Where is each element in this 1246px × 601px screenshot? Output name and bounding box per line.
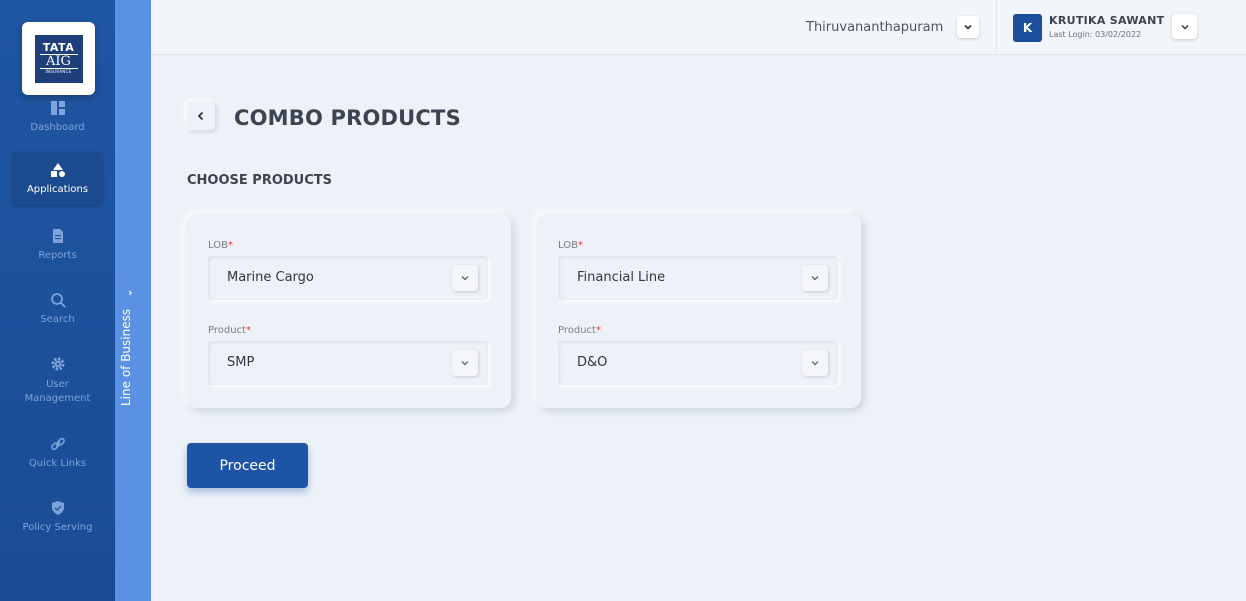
link-icon [50, 437, 65, 451]
product-select[interactable]: D&O [558, 341, 838, 385]
sidebar-item-label: Dashboard [30, 122, 85, 133]
logo-line-1: TATA [42, 41, 75, 54]
lob-select-toggle[interactable] [452, 265, 478, 291]
section-title: CHOOSE PRODUCTS [187, 173, 332, 188]
sidebar: TATA AIG INSURANCE Dashboard Application… [0, 0, 115, 601]
sidebar-item-label: Applications [26, 184, 89, 195]
sidebar-item-applications[interactable]: Applications [12, 152, 103, 205]
chevron-down-icon [461, 276, 469, 281]
chevron-down-icon [964, 24, 972, 30]
sidebar-item-label: Policy Serving [22, 522, 93, 533]
company-logo[interactable]: TATA AIG INSURANCE [22, 22, 95, 95]
product-label: Product* [558, 325, 601, 336]
chevron-down-icon [811, 361, 819, 366]
avatar[interactable]: K [1013, 14, 1042, 42]
product-select-toggle[interactable] [802, 350, 828, 376]
line-of-business-panel[interactable]: › Line of Business [115, 0, 151, 601]
report-icon [52, 229, 63, 243]
product-card-1: LOB* Marine Cargo Product* SMP [187, 214, 511, 408]
chevron-down-icon [811, 276, 819, 281]
chevron-down-icon [1181, 24, 1188, 29]
required-marker: * [245, 325, 251, 336]
proceed-button[interactable]: Proceed [187, 443, 308, 488]
lob-label: LOB* [208, 240, 233, 251]
sidebar-item-quick-links[interactable]: Quick Links [0, 436, 115, 469]
applications-icon [50, 163, 65, 177]
sidebar-item-label: Quick Links [28, 458, 87, 469]
sidebar-item-label: Reports [38, 250, 77, 261]
top-header: Thiruvananthapuram K KRUTIKA SAWANT Last… [151, 0, 1246, 55]
location-label: Thiruvananthapuram [806, 20, 944, 35]
lob-select[interactable]: Financial Line [558, 256, 838, 300]
required-marker: * [595, 325, 601, 336]
last-login-text: Last Login: 03/02/2022 [1049, 30, 1142, 39]
dashboard-icon [50, 101, 65, 115]
header-divider [996, 0, 997, 55]
page-title: COMBO PRODUCTS [234, 106, 461, 130]
gear-icon [51, 357, 64, 371]
required-marker: * [227, 240, 233, 251]
shield-icon [51, 501, 64, 515]
required-marker: * [577, 240, 583, 251]
search-icon [50, 293, 66, 308]
sidebar-item-label: User Management [24, 379, 91, 404]
sidebar-item-search[interactable]: Search [0, 292, 115, 325]
lob-select-value: Financial Line [577, 270, 666, 285]
chevron-down-icon [461, 361, 469, 366]
lob-select-toggle[interactable] [802, 265, 828, 291]
logo-line-3: INSURANCE [45, 69, 72, 74]
sidebar-item-policy-serving[interactable]: Policy Serving [0, 500, 115, 533]
product-label: Product* [208, 325, 251, 336]
logo-line-2: AIG [39, 54, 78, 69]
back-button[interactable] [187, 102, 215, 130]
product-card-2: LOB* Financial Line Product* D&O [537, 214, 861, 408]
line-of-business-label: Line of Business [119, 308, 133, 406]
sidebar-item-dashboard[interactable]: Dashboard [0, 100, 115, 133]
product-select-value: SMP [227, 355, 255, 370]
logo-mark: TATA AIG INSURANCE [34, 34, 83, 83]
location-dropdown-button[interactable] [957, 16, 979, 38]
product-select-value: D&O [577, 355, 608, 370]
chevron-left-icon [197, 111, 204, 121]
lob-select-value: Marine Cargo [227, 270, 314, 285]
sidebar-item-label: Search [40, 314, 75, 325]
lob-select[interactable]: Marine Cargo [208, 256, 488, 300]
lob-label: LOB* [558, 240, 583, 251]
product-select-toggle[interactable] [452, 350, 478, 376]
sidebar-item-reports[interactable]: Reports [0, 228, 115, 261]
sidebar-item-user-management[interactable]: User Management [0, 356, 115, 406]
user-name: KRUTIKA SAWANT [1049, 14, 1165, 27]
user-menu-dropdown-button[interactable] [1172, 14, 1197, 39]
product-select[interactable]: SMP [208, 341, 488, 385]
